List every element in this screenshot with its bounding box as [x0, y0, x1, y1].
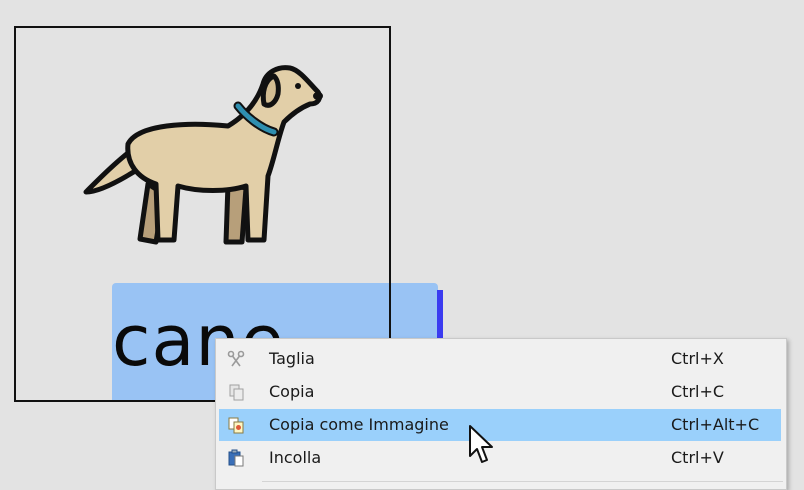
document-canvas[interactable]: cane Taglia Ctrl+X Copia Ctrl+C Copia co… — [0, 0, 804, 490]
copy-image-icon — [228, 417, 244, 434]
menu-item-shortcut: Ctrl+Alt+C — [671, 415, 760, 434]
context-menu[interactable]: Taglia Ctrl+X Copia Ctrl+C Copia come Im… — [215, 338, 787, 490]
menu-item-label: Taglia — [269, 349, 315, 368]
copy-icon — [229, 384, 244, 401]
paste-icon — [228, 449, 244, 467]
menu-item-copy[interactable]: Copia Ctrl+C — [219, 376, 781, 408]
menu-item-label: Incolla — [269, 448, 322, 467]
scissors-icon — [227, 350, 245, 367]
menu-item-shortcut: Ctrl+V — [671, 448, 724, 467]
menu-item-paste[interactable]: Incolla Ctrl+V — [219, 442, 781, 474]
menu-item-label: Copia — [269, 382, 315, 401]
menu-item-shortcut: Ctrl+X — [671, 349, 724, 368]
menu-item-label: Copia come Immagine — [269, 415, 449, 434]
mouse-pointer-icon — [469, 425, 493, 463]
menu-separator — [262, 481, 783, 482]
dog-icon — [83, 65, 323, 245]
menu-item-copy-as-image[interactable]: Copia come Immagine Ctrl+Alt+C — [219, 409, 781, 441]
menu-item-shortcut: Ctrl+C — [671, 382, 725, 401]
menu-item-cut[interactable]: Taglia Ctrl+X — [219, 343, 781, 375]
